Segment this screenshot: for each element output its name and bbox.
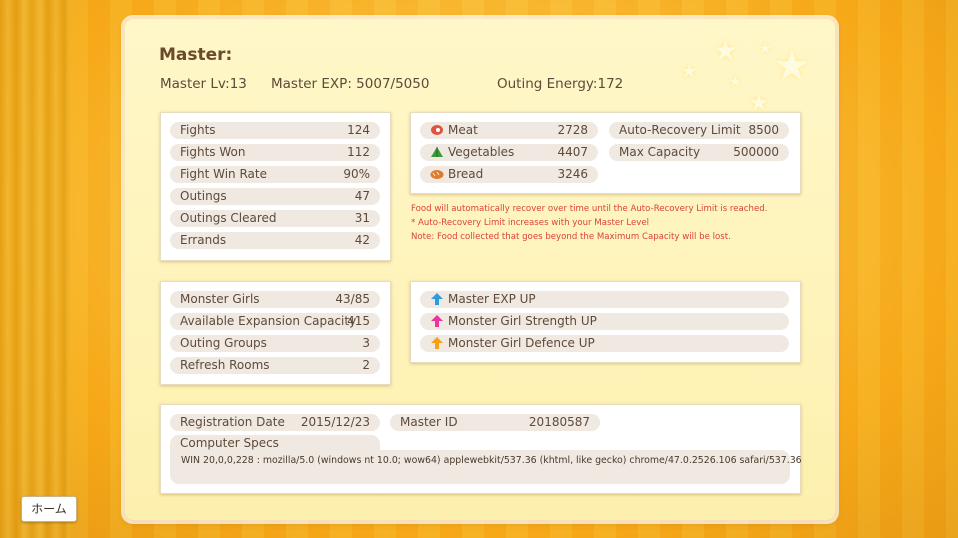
vegetables-icon <box>431 147 443 157</box>
boost-row-strength: Monster Girl Strength UP <box>420 313 789 330</box>
bread-icon <box>430 170 444 179</box>
boost-row-master-exp: Master EXP UP <box>420 291 789 308</box>
stat-row-outings-cleared: Outings Cleared 31 <box>170 210 380 227</box>
star-icon: ★ <box>713 34 739 67</box>
food-box: Meat 2728 Vegetables 4407 Bread 3246 Aut… <box>410 112 801 194</box>
stat-row-errands: Errands 42 <box>170 232 380 249</box>
stat-row-outing-groups: Outing Groups 3 <box>170 335 380 352</box>
home-button[interactable]: ホーム <box>21 496 77 522</box>
computer-specs-value: WIN 20,0,0,228 : mozilla/5.0 (windows nt… <box>181 455 802 466</box>
meat-icon <box>431 125 443 135</box>
outing-energy: Outing Energy:172 <box>497 76 624 92</box>
fight-stats-box: Fights 124 Fights Won 112 Fight Win Rate 90… <box>160 112 391 261</box>
master-level: Master Lv:13 <box>160 76 247 92</box>
food-max-capacity: Max Capacity 500000 <box>609 144 789 161</box>
food-row-vegetables: Vegetables 4407 <box>420 144 598 161</box>
master-exp: Master EXP: 5007/5050 <box>271 76 430 92</box>
panel-title: Master: <box>159 45 233 65</box>
food-note-line-3: Note: Food collected that goes beyond th… <box>411 232 731 242</box>
computer-specs-field: WIN 20,0,0,228 : mozilla/5.0 (windows nt… <box>170 450 802 484</box>
stat-row-refresh-rooms: Refresh Rooms 2 <box>170 357 380 374</box>
star-icon: ★ <box>681 61 698 82</box>
stat-row-monster-girls: Monster Girls 43/85 <box>170 291 380 308</box>
star-icon: ★ <box>729 74 742 90</box>
blue-up-arrow-icon <box>431 293 443 305</box>
stat-row-outings: Outings 47 <box>170 188 380 205</box>
food-note-line-1: Food will automatically recover over tim… <box>411 204 768 214</box>
account-box: Registration Date 2015/12/23 Master ID 201… <box>160 404 802 494</box>
food-auto-recovery-limit: Auto-Recovery Limit 8500 <box>609 122 789 139</box>
food-row-meat: Meat 2728 <box>420 122 598 139</box>
pink-up-arrow-icon <box>431 315 443 327</box>
stat-row-fights-won: Fights Won 112 <box>170 144 380 161</box>
orange-up-arrow-icon <box>431 337 443 349</box>
registration-date-row: Registration Date 2015/12/23 <box>170 414 380 431</box>
master-id-row: Master ID 20180587 <box>390 414 600 431</box>
stat-row-fights: Fights 124 <box>170 122 380 139</box>
star-icon: ★ <box>759 41 772 57</box>
master-info-panel: Master: Master Lv:13 Master EXP: 5007/50… <box>125 19 835 520</box>
stat-row-expansion-capacity: Available Expansion Capacity 415 <box>170 313 380 330</box>
boost-row-defence: Monster Girl Defence UP <box>420 335 789 352</box>
stat-row-fight-win-rate: Fight Win Rate 90% <box>170 166 380 183</box>
star-icon: ★ <box>773 41 811 90</box>
monster-girls-box: Monster Girls 43/85 Available Expansion C… <box>160 281 391 385</box>
curtain-decoration <box>0 0 70 538</box>
food-row-bread: Bread 3246 <box>420 166 598 183</box>
food-note-line-2: * Auto-Recovery Limit increases with you… <box>411 218 650 228</box>
boosts-box: Master EXP UP Monster Girl Strength UP M… <box>410 281 801 363</box>
